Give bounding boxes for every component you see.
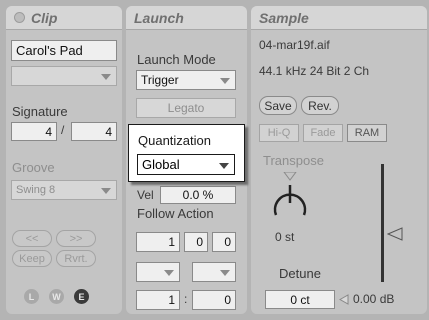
transpose-value: 0 st	[275, 230, 295, 244]
chance-separator: :	[184, 292, 188, 306]
detune-field[interactable]: 0 ct	[265, 290, 335, 309]
save-button[interactable]: Save	[259, 96, 297, 115]
groove-value: Swing 8	[16, 184, 56, 196]
follow-chance-b[interactable]: 0	[192, 290, 236, 310]
follow-time-beats[interactable]: 0	[184, 232, 208, 252]
sample-file-name: 04-mar19f.aif	[259, 38, 330, 52]
launch-mode-label: Launch Mode	[137, 52, 216, 67]
hiq-toggle[interactable]: Hi-Q	[259, 124, 299, 142]
groove-label: Groove	[12, 160, 55, 175]
clip-color-dropdown[interactable]	[11, 66, 117, 86]
signature-numerator[interactable]: 4	[11, 122, 57, 141]
quantization-callout: Quantization Global	[128, 124, 245, 182]
sample-file-info: 44.1 kHz 24 Bit 2 Ch	[259, 64, 370, 78]
launch-title: Launch	[134, 9, 184, 26]
signature-denominator[interactable]: 4	[71, 122, 117, 141]
quantization-dropdown[interactable]: Global	[137, 154, 235, 175]
clip-activator-icon[interactable]	[14, 12, 25, 23]
chevron-down-icon	[219, 162, 229, 169]
signature-separator: /	[61, 123, 65, 137]
follow-action-a-dropdown[interactable]	[136, 262, 180, 282]
groove-dropdown[interactable]: Swing 8	[11, 180, 117, 200]
follow-time-bars[interactable]: 1	[136, 232, 180, 252]
launch-mode-value: Trigger	[141, 73, 179, 87]
gain-left-arrow-icon	[339, 294, 349, 305]
gain-slider-handle-icon[interactable]	[387, 227, 403, 241]
ram-toggle[interactable]: RAM	[347, 124, 387, 142]
clip-header: Clip	[6, 6, 122, 30]
follow-action-label: Follow Action	[137, 206, 214, 221]
envelopes-box-toggle[interactable]: E	[74, 289, 89, 304]
nudge-forward-button[interactable]: >>	[56, 230, 96, 247]
clip-title: Clip	[31, 9, 58, 26]
sample-title: Sample	[259, 9, 309, 26]
chevron-down-icon	[220, 270, 230, 276]
fade-toggle[interactable]: Fade	[303, 124, 343, 142]
launch-mode-dropdown[interactable]: Trigger	[136, 70, 236, 90]
legato-button[interactable]: Legato	[136, 98, 236, 118]
chevron-down-icon	[101, 74, 111, 80]
nudge-back-button[interactable]: <<	[12, 230, 52, 247]
sample-box-toggle[interactable]: W	[49, 289, 64, 304]
reverse-button[interactable]: Rev.	[301, 96, 339, 115]
follow-chance-a[interactable]: 1	[136, 290, 180, 310]
revert-button[interactable]: Rvrt.	[56, 250, 96, 267]
chevron-down-icon	[220, 78, 230, 84]
clip-name-field[interactable]: Carol's Pad	[11, 40, 117, 61]
launch-box-toggle[interactable]: L	[24, 289, 39, 304]
transpose-label: Transpose	[263, 153, 324, 168]
velocity-field[interactable]: 0.0 %	[160, 186, 236, 204]
keep-button[interactable]: Keep	[12, 250, 52, 267]
velocity-label: Vel	[137, 188, 154, 202]
gain-slider-track[interactable]	[381, 164, 384, 282]
transpose-knob[interactable]	[267, 172, 313, 222]
sample-header: Sample	[251, 6, 427, 30]
sample-panel: Sample 04-mar19f.aif 44.1 kHz 24 Bit 2 C…	[251, 6, 427, 314]
clip-panel: Clip Carol's Pad Signature 4 / 4 Groove …	[6, 6, 122, 314]
gain-value: 0.00 dB	[353, 292, 395, 306]
signature-label: Signature	[12, 104, 68, 119]
quantization-value: Global	[142, 157, 180, 172]
follow-action-b-dropdown[interactable]	[192, 262, 236, 282]
detune-label: Detune	[279, 266, 321, 281]
launch-header: Launch	[126, 6, 247, 30]
chevron-down-icon	[101, 188, 111, 194]
chevron-down-icon	[164, 270, 174, 276]
quantization-label: Quantization	[138, 133, 211, 148]
follow-time-sixteenths[interactable]: 0	[212, 232, 236, 252]
